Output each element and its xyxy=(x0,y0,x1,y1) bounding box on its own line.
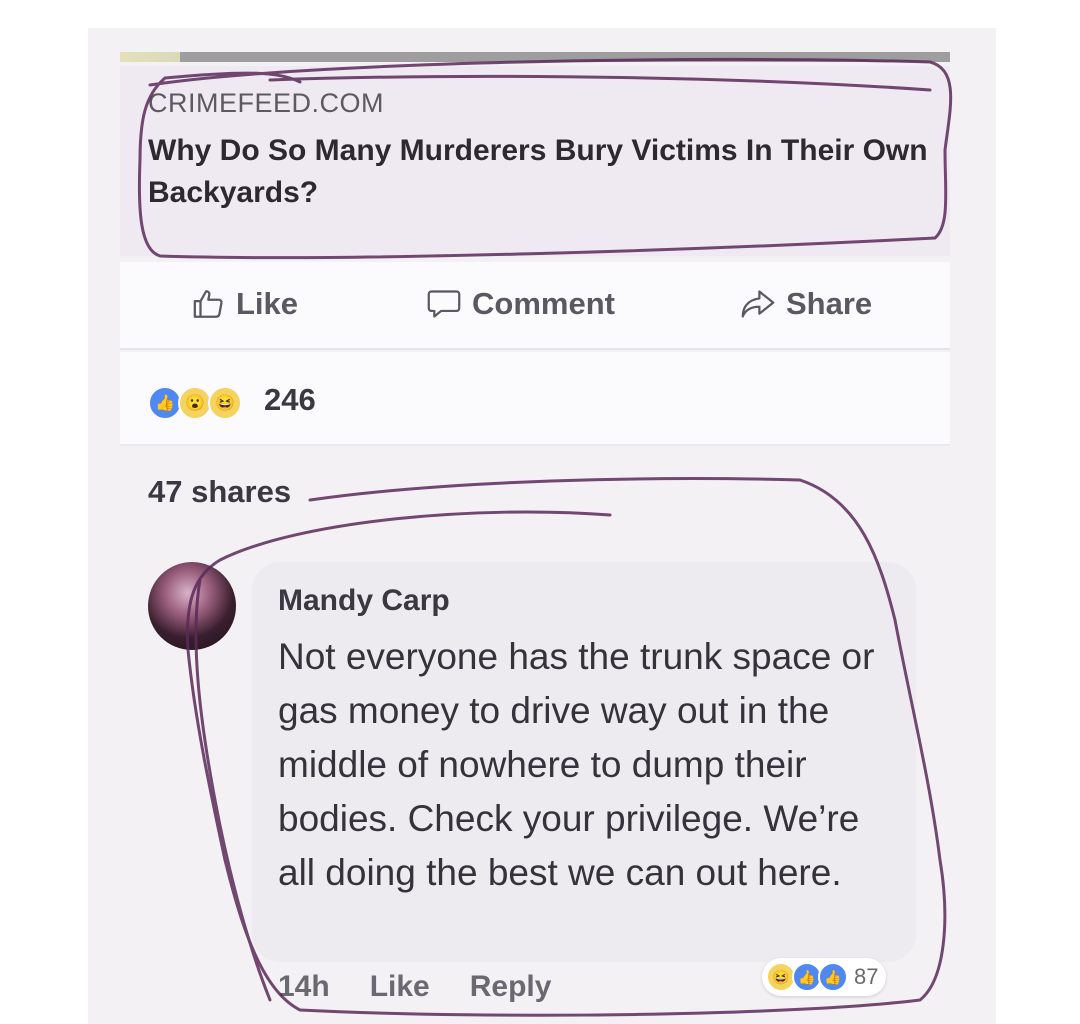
link-source-domain: CRIMEFEED.COM xyxy=(148,88,384,118)
comment-button[interactable]: Comment xyxy=(426,284,615,324)
like-button[interactable]: Like xyxy=(192,284,298,324)
shares-count[interactable]: 47 shares xyxy=(148,474,291,510)
comment-reactions[interactable]: 😆 👍 👍 87 xyxy=(762,958,887,996)
like-label: Like xyxy=(236,286,299,321)
screenshot-frame: CRIMEFEED.COM Why Do So Many Murderers B… xyxy=(0,0,1080,1024)
thumbs-up-icon xyxy=(193,290,223,318)
comment-reply-link[interactable]: Reply xyxy=(470,970,552,1004)
comment-bubble-icon xyxy=(427,290,461,318)
reactions-row xyxy=(120,352,950,446)
top-image-strip xyxy=(120,52,950,62)
reaction-icons[interactable]: 👍 😮 😆 xyxy=(148,386,242,420)
comment-reaction-count: 87 xyxy=(854,964,879,989)
share-arrow-icon xyxy=(741,290,775,318)
comment-like-link[interactable]: Like xyxy=(370,970,430,1004)
comment-label: Comment xyxy=(472,286,615,321)
share-label: Share xyxy=(786,286,873,321)
share-button[interactable]: Share xyxy=(740,284,872,324)
like-icon: 👍 xyxy=(148,386,182,420)
reaction-count[interactable]: 246 xyxy=(264,382,316,418)
haha-icon: 😆 xyxy=(208,386,242,420)
comment-author[interactable]: Mandy Carp xyxy=(278,584,450,618)
like-icon: 👍 xyxy=(818,962,848,992)
comment-meta: 14h Like Reply xyxy=(278,970,591,1004)
comment-text: Not everyone has the trunk space or gas … xyxy=(278,636,875,893)
wow-icon: 😮 xyxy=(178,386,212,420)
avatar[interactable] xyxy=(148,562,236,650)
comment-timestamp[interactable]: 14h xyxy=(278,970,330,1004)
link-headline[interactable]: Why Do So Many Murderers Bury Victims In… xyxy=(148,130,938,214)
